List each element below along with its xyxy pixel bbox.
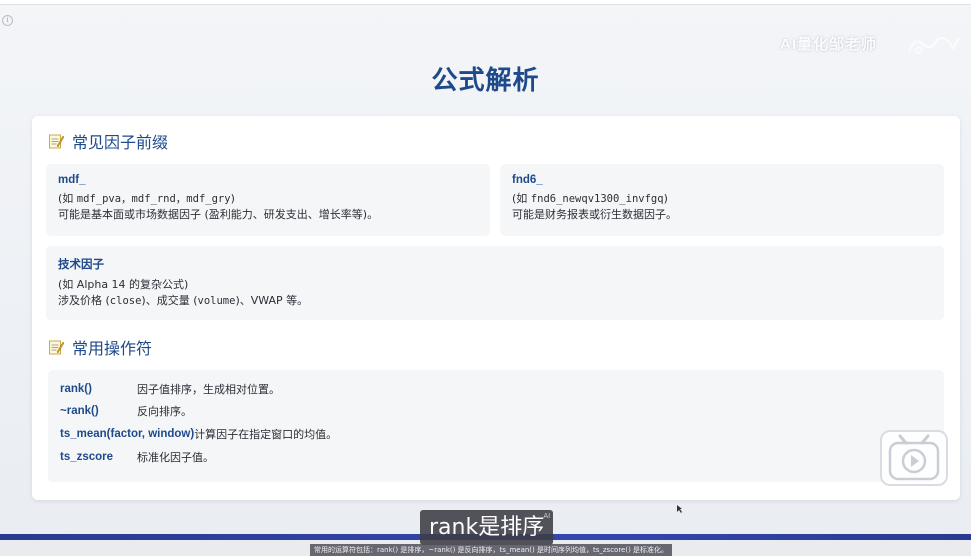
operator-name: ts_zscore [60, 451, 114, 463]
section-prefixes-title: 常见因子前缀 [72, 133, 169, 152]
watermark-logo-icon [908, 37, 960, 54]
prefix-name: 技术因子 [58, 259, 104, 271]
info-icon[interactable]: i [2, 15, 13, 26]
memo-icon [49, 134, 64, 149]
operator-description: 因子值排序，生成相对位置。 [137, 383, 280, 396]
section-operators-header: 常用操作符 [48, 336, 152, 358]
watermark-text: AI量化邹老师 [780, 36, 878, 53]
prefix-name: mdf_ [58, 174, 86, 186]
content-card: 常见因子前缀 mdf_ (如 mdf_pva，mdf_rnd，mdf_gry) … [32, 116, 960, 500]
prefix-tile-fnd6: fnd6_ (如 fnd6_newqv1300_invfgq) 可能是财务报表或… [500, 164, 944, 236]
operator-row: ts_zscore 标准化因子值。 [60, 449, 214, 465]
prefix-tile-technical: 技术因子 (如 Alpha 14 的复杂公式) 涉及价格 (close)、成交量… [46, 246, 944, 320]
memo-icon [49, 340, 64, 355]
operator-name: rank() [60, 383, 92, 395]
operator-row: ~rank() 反向排序。 [60, 403, 192, 419]
prefix-description: 涉及价格 (close)、成交量 (volume)、VWAP 等。 [58, 294, 309, 307]
prefix-example: (如 Alpha 14 的复杂公式) [58, 278, 189, 291]
mouse-cursor-icon [677, 505, 682, 513]
subtitle-ai-badge: AI [543, 512, 551, 520]
operator-description: 标准化因子值。 [137, 451, 214, 464]
section-operators-title: 常用操作符 [72, 339, 153, 358]
operator-name: ~rank() [60, 405, 99, 417]
top-border [0, 0, 971, 5]
prefix-name: fnd6_ [512, 174, 543, 186]
play-button[interactable] [880, 430, 948, 486]
operators-panel: rank() 因子值排序，生成相对位置。 ~rank() 反向排序。 ts_me… [48, 370, 944, 482]
operator-description: 反向排序。 [137, 405, 192, 418]
page-title: 公式解析 [431, 66, 540, 96]
subtitle-text: rank是排序 [429, 515, 545, 540]
operator-name: ts_mean(factor, window) [60, 428, 195, 440]
subtitle-overlay: rank是排序 AI [420, 510, 554, 545]
operator-description: 计算因子在指定窗口的均值。 [194, 428, 338, 441]
operator-row: rank() 因子值排序，生成相对位置。 [60, 381, 280, 397]
section-prefixes-header: 常见因子前缀 [48, 130, 168, 152]
prefix-description: 可能是财务报表或衍生数据因子。 [512, 208, 677, 221]
prefix-example: (如 mdf_pva，mdf_rnd，mdf_gry) [58, 192, 235, 205]
operator-row: ts_mean(factor, window) 计算因子在指定窗口的均值。 [60, 426, 337, 442]
prefix-description: 可能是基本面或市场数据因子 (盈利能力、研发支出、增长率等)。 [58, 208, 379, 221]
caption-strip: 常用的运算符包括：rank() 是排序，~rank() 是反向排序，ts_mea… [310, 544, 673, 556]
prefix-example: (如 fnd6_newqv1300_invfgq) [512, 192, 668, 205]
prefix-tile-mdf: mdf_ (如 mdf_pva，mdf_rnd，mdf_gry) 可能是基本面或… [46, 164, 490, 236]
play-icon [888, 434, 940, 481]
